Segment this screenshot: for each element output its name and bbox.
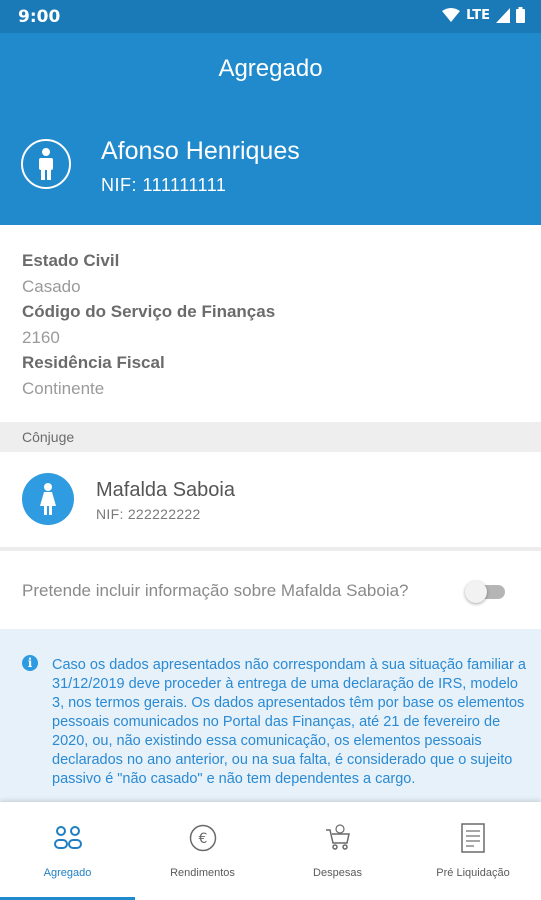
tax-residence-value: Continente — [22, 379, 105, 398]
network-type: LTE — [466, 7, 490, 23]
svg-text:€: € — [198, 831, 207, 847]
include-spouse-row: Pretende incluir informação sobre Mafald… — [0, 551, 541, 627]
marital-status-label: Estado Civil — [22, 251, 120, 270]
document-icon — [461, 823, 485, 853]
nav-label: Agregado — [43, 867, 92, 879]
tax-residence-label: Residência Fiscal — [22, 353, 165, 372]
battery-icon — [516, 7, 525, 23]
info-notice: i Caso os dados apresentados não corresp… — [0, 629, 541, 809]
tax-office-value: 2160 — [22, 328, 60, 347]
info-icon: i — [22, 655, 38, 671]
toggle-thumb — [465, 581, 487, 603]
bottom-navigation: Agregado € Rendimentos Despesas Pré Liqu… — [0, 802, 541, 900]
shopping-cart-icon — [325, 824, 350, 850]
household-icon — [53, 826, 82, 849]
male-person-icon — [39, 148, 53, 180]
spouse-card: Mafalda Saboia NIF: 222222222 — [0, 452, 541, 547]
status-time: 9:00 — [18, 7, 61, 27]
nav-item-pre-liquidacao[interactable]: Pré Liquidação — [405, 802, 541, 900]
female-person-icon — [40, 483, 56, 515]
spouse-avatar — [22, 473, 74, 525]
app-header: Agregado Afonso Henriques NIF: 111111111 — [0, 33, 541, 225]
nav-label: Rendimentos — [170, 867, 235, 879]
status-bar: 9:00 LTE — [0, 0, 541, 33]
include-spouse-label: Pretende incluir informação sobre Mafald… — [22, 581, 409, 600]
avatar — [21, 139, 71, 189]
spouse-name: Mafalda Saboia — [96, 479, 235, 501]
include-spouse-toggle[interactable] — [465, 581, 505, 603]
status-icons: LTE — [442, 7, 525, 23]
nav-item-agregado[interactable]: Agregado — [0, 802, 135, 900]
spouse-section-header: Cônjuge — [0, 422, 541, 452]
page-title: Agregado — [218, 55, 323, 82]
spouse-nif: NIF: 222222222 — [96, 506, 201, 522]
tax-office-label: Código do Serviço de Finanças — [22, 302, 276, 321]
taxpayer-nif: NIF: 111111111 — [101, 175, 227, 195]
nav-item-rendimentos[interactable]: € Rendimentos — [135, 802, 270, 900]
nav-label: Pré Liquidação — [436, 867, 510, 879]
taxpayer-name: Afonso Henriques — [101, 137, 300, 165]
cellular-signal-icon — [496, 7, 510, 23]
notice-text: Caso os dados apresentados não correspon… — [52, 657, 526, 787]
wifi-icon — [442, 7, 461, 22]
nav-label: Despesas — [313, 867, 362, 879]
marital-status-value: Casado — [22, 277, 81, 296]
personal-details: Estado Civil Casado Código do Serviço de… — [22, 250, 275, 403]
euro-icon: € — [189, 824, 216, 852]
nav-item-despesas[interactable]: Despesas — [270, 802, 405, 900]
